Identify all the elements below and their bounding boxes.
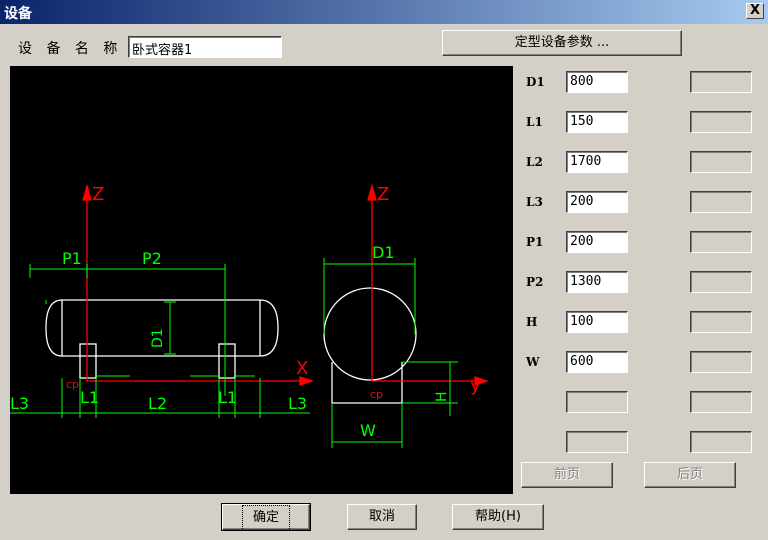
param-label-l2: L2: [526, 155, 543, 169]
ok-button[interactable]: 确定: [221, 503, 311, 531]
end-axis-y-label: y: [470, 375, 481, 396]
side-dim-l1-left: L1: [80, 388, 99, 407]
param-label-l3: L3: [526, 195, 543, 209]
help-button[interactable]: 帮助(H): [452, 504, 544, 530]
side-dim-l2: L2: [148, 394, 167, 413]
title-bar: 设备 X: [0, 0, 768, 24]
side-cp-label: cp: [66, 378, 79, 391]
param-label-w: W: [526, 355, 540, 369]
param-input-empty-1: [566, 391, 628, 413]
next-page-button[interactable]: 后页: [644, 462, 736, 488]
param-input-l3[interactable]: 200: [566, 191, 628, 213]
param-extra-l1: [690, 111, 752, 133]
prev-page-button[interactable]: 前页: [521, 462, 613, 488]
equipment-diagram: Z X cp P1 P2 D1 L1 L2 L1 L3 L3 Z y cp D1…: [10, 183, 490, 448]
end-dim-h: H: [434, 391, 450, 402]
param-extra-d1: [690, 71, 752, 93]
param-extra-w: [690, 351, 752, 373]
preset-params-button[interactable]: 定型设备参数 ...: [442, 30, 682, 56]
side-view-axes: [82, 183, 315, 386]
end-view-dimensions: [323, 258, 458, 448]
param-label-p1: P1: [526, 235, 544, 249]
param-extra-empty-1: [690, 391, 752, 413]
side-dim-p1: P1: [62, 249, 82, 268]
side-dim-l1-right: L1: [218, 388, 237, 407]
end-dim-w: W: [360, 421, 376, 440]
end-view-axes: [367, 183, 490, 386]
param-label-l1: L1: [526, 115, 543, 129]
param-extra-p1: [690, 231, 752, 253]
drawing-canvas: Z X cp P1 P2 D1 L1 L2 L1 L3 L3 Z y cp D1…: [10, 66, 513, 494]
param-input-h[interactable]: 100: [566, 311, 628, 333]
close-button[interactable]: X: [746, 3, 764, 19]
param-extra-empty-2: [690, 431, 752, 453]
side-axis-z-label: Z: [92, 184, 104, 205]
side-dim-l3-right: L3: [288, 394, 307, 413]
equipment-name-label: 设 备 名 称 :: [18, 41, 142, 57]
param-input-w[interactable]: 600: [566, 351, 628, 373]
param-extra-h: [690, 311, 752, 333]
cancel-button[interactable]: 取消: [347, 504, 417, 530]
ok-button-label: 确定: [241, 505, 290, 531]
end-view-vessel: [323, 287, 417, 404]
side-dim-l3-left: L3: [10, 394, 29, 413]
equipment-name-input[interactable]: 卧式容器1: [128, 36, 282, 58]
side-axis-x-label: X: [296, 358, 308, 379]
param-input-d1[interactable]: 800: [566, 71, 628, 93]
param-label-p2: P2: [526, 275, 544, 289]
param-extra-p2: [690, 271, 752, 293]
end-dim-d1: D1: [372, 243, 395, 262]
param-input-empty-2: [566, 431, 628, 453]
end-axis-z-label: Z: [377, 184, 389, 205]
side-dim-d1: D1: [150, 328, 166, 348]
param-label-h: H: [526, 315, 538, 329]
param-input-p2[interactable]: 1300: [566, 271, 628, 293]
param-extra-l2: [690, 151, 752, 173]
param-input-l1[interactable]: 150: [566, 111, 628, 133]
side-dim-p2: P2: [142, 249, 162, 268]
param-input-l2[interactable]: 1700: [566, 151, 628, 173]
param-label-d1: D1: [526, 75, 545, 89]
param-extra-l3: [690, 191, 752, 213]
window-title: 设备: [4, 6, 32, 22]
param-input-p1[interactable]: 200: [566, 231, 628, 253]
end-cp-label: cp: [370, 388, 383, 401]
